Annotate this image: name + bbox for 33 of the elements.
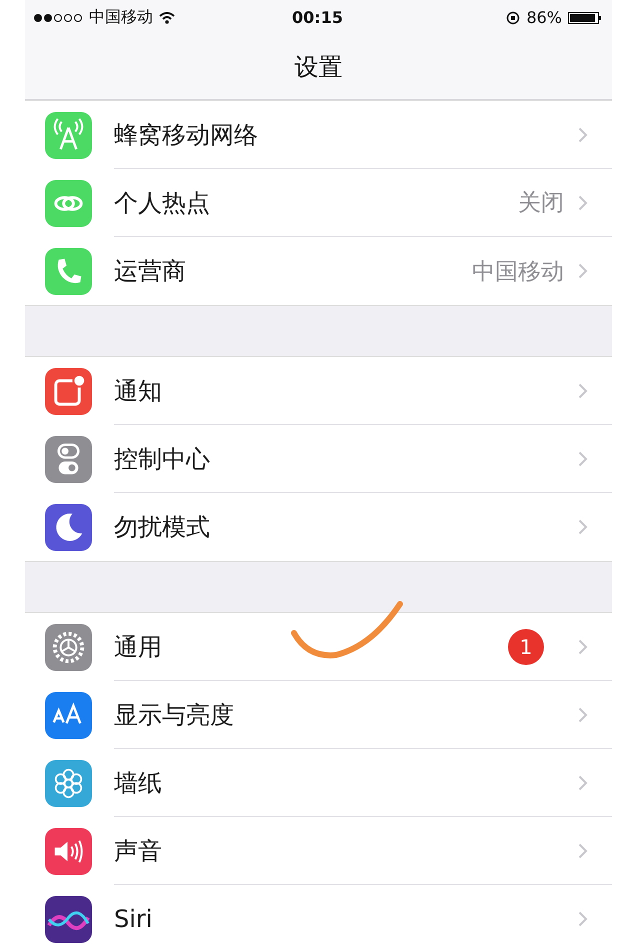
chevron-icon — [578, 911, 588, 927]
chevron-icon — [578, 842, 588, 858]
chevron-icon — [578, 706, 588, 722]
notification-badge: 1 — [508, 628, 544, 664]
row-label: 蜂窝移动网络 — [114, 120, 259, 150]
row-label: 墙纸 — [114, 768, 163, 798]
carrier-name: 中国移动 — [89, 7, 153, 28]
chevron-icon — [578, 194, 588, 210]
signal-icon — [33, 12, 83, 22]
row-label: Siri — [114, 905, 154, 933]
wifi-icon — [159, 12, 175, 24]
row-label: 通用 — [114, 632, 163, 662]
chevron-icon — [578, 638, 588, 654]
nav-title: 设置 — [294, 52, 342, 83]
rotation-lock-icon — [506, 10, 520, 24]
clock-time: 00:15 — [292, 8, 343, 27]
chevron-icon — [578, 263, 588, 279]
row-label: 通知 — [114, 376, 163, 406]
battery-percentage: 86% — [526, 8, 562, 27]
row-label: 勿扰模式 — [114, 512, 211, 543]
battery-icon — [568, 12, 602, 24]
row-value: 中国移动 — [472, 258, 564, 286]
chevron-icon — [578, 774, 588, 790]
chevron-icon — [578, 450, 588, 466]
chevron-icon — [578, 382, 588, 398]
row-label: 显示与亮度 — [114, 700, 235, 730]
row-label: 运营商 — [114, 256, 187, 287]
row-label: 声音 — [114, 836, 163, 866]
row-label: 控制中心 — [114, 444, 211, 474]
row-value: 关闭 — [518, 189, 564, 218]
chevron-icon — [578, 519, 588, 535]
row-label: 个人热点 — [114, 188, 211, 218]
chevron-icon — [578, 126, 588, 142]
